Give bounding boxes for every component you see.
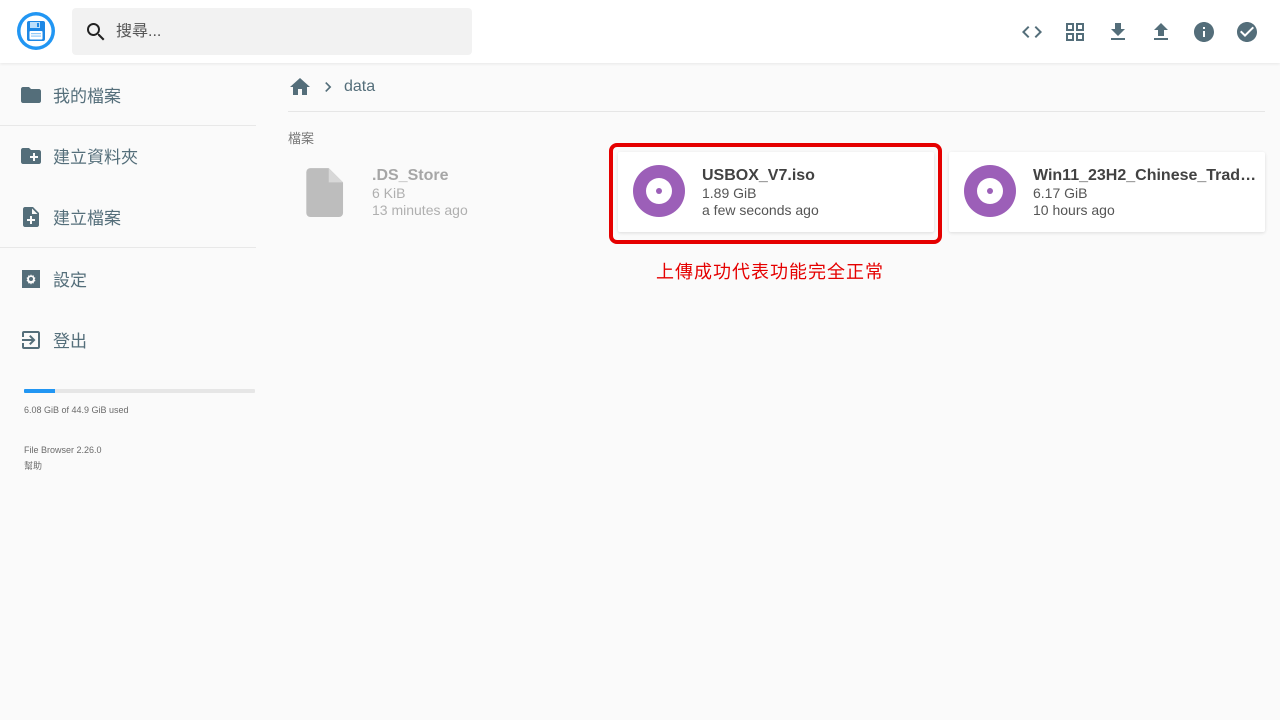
sidebar-item-label: 建立檔案 <box>53 209 121 228</box>
create-file-icon <box>23 206 39 227</box>
select-multiple-button[interactable] <box>1225 10 1268 53</box>
breadcrumb-divider <box>288 111 1265 112</box>
breadcrumb-current[interactable]: data <box>344 78 375 96</box>
app-header <box>0 0 1280 63</box>
annotation-text: 上傳成功代表功能完全正常 <box>656 262 884 282</box>
file-info: .DS_Store 6 KiB 13 minutes ago <box>372 167 598 219</box>
folder-icon <box>21 86 41 103</box>
sidebar-item-label: 設定 <box>53 271 87 290</box>
search-input[interactable] <box>116 22 446 41</box>
file-size: 6.17 GiB <box>1033 185 1088 201</box>
help-link[interactable]: 幫助 <box>24 459 42 472</box>
code-view-button[interactable] <box>1010 10 1053 53</box>
upload-icon <box>1153 22 1168 40</box>
check-circle-icon <box>1236 21 1257 42</box>
disk-usage-bar <box>24 389 255 393</box>
file-size: 1.89 GiB <box>702 185 757 201</box>
home-icon[interactable] <box>288 75 312 99</box>
chevron-right-icon <box>325 82 332 92</box>
disc-icon <box>633 165 685 217</box>
info-icon <box>1193 21 1214 42</box>
file-info: Win11_23H2_Chinese_Traditional_x64v2.iso… <box>1033 167 1259 219</box>
logout-icon <box>22 330 40 349</box>
sidebar-item-settings[interactable]: 設定 <box>0 248 256 309</box>
search-box[interactable] <box>72 8 472 55</box>
file-size: 6 KiB <box>372 185 406 201</box>
disk-usage-text: 6.08 GiB of 44.9 GiB used <box>24 405 129 415</box>
settings-icon <box>22 269 40 288</box>
file-modified: 10 hours ago <box>1033 202 1115 218</box>
sidebar-item-label: 建立資料夾 <box>53 148 138 167</box>
file-name: USBOX_V7.iso <box>702 167 815 184</box>
file-name: Win11_23H2_Chinese_Traditional_x64v2.iso <box>1033 167 1259 184</box>
upload-button[interactable] <box>1139 10 1182 53</box>
file-item[interactable]: USBOX_V7.iso 1.89 GiB a few seconds ago <box>618 152 934 232</box>
file-info: USBOX_V7.iso 1.89 GiB a few seconds ago <box>702 167 928 219</box>
sidebar-item-logout[interactable]: 登出 <box>0 309 256 370</box>
code-icon <box>1021 25 1042 38</box>
file-modified: 13 minutes ago <box>372 202 468 218</box>
disc-icon <box>964 165 1016 217</box>
file-modified: a few seconds ago <box>702 202 819 218</box>
sidebar-item-my-files[interactable]: 我的檔案 <box>0 64 256 125</box>
file-name: .DS_Store <box>372 167 449 184</box>
sidebar-item-new-folder[interactable]: 建立資料夾 <box>0 125 256 186</box>
file-browser-logo-icon[interactable] <box>16 11 56 51</box>
switch-view-button[interactable] <box>1053 10 1096 53</box>
info-button[interactable] <box>1182 10 1225 53</box>
file-item[interactable]: Win11_23H2_Chinese_Traditional_x64v2.iso… <box>949 152 1265 232</box>
download-button[interactable] <box>1096 10 1139 53</box>
download-icon <box>1110 22 1125 40</box>
sidebar-item-new-file[interactable]: 建立檔案 <box>0 186 256 247</box>
grid-view-icon <box>1065 22 1084 41</box>
file-item[interactable]: .DS_Store 6 KiB 13 minutes ago <box>288 152 604 232</box>
version-text: File Browser 2.26.0 <box>24 445 102 455</box>
create-folder-icon <box>21 147 41 164</box>
header-toolbar <box>1010 10 1268 53</box>
breadcrumb: data <box>288 73 375 101</box>
sidebar-item-label: 登出 <box>53 332 87 351</box>
sidebar-item-label: 我的檔案 <box>53 87 121 106</box>
files-section-label: 檔案 <box>288 131 315 146</box>
disk-usage-fill <box>24 389 56 393</box>
search-icon <box>87 22 105 40</box>
sidebar: 我的檔案 建立資料夾 建立檔案 設定 登出 6.08 GiB of 44.9 G… <box>0 63 256 720</box>
file-icon <box>306 168 344 218</box>
